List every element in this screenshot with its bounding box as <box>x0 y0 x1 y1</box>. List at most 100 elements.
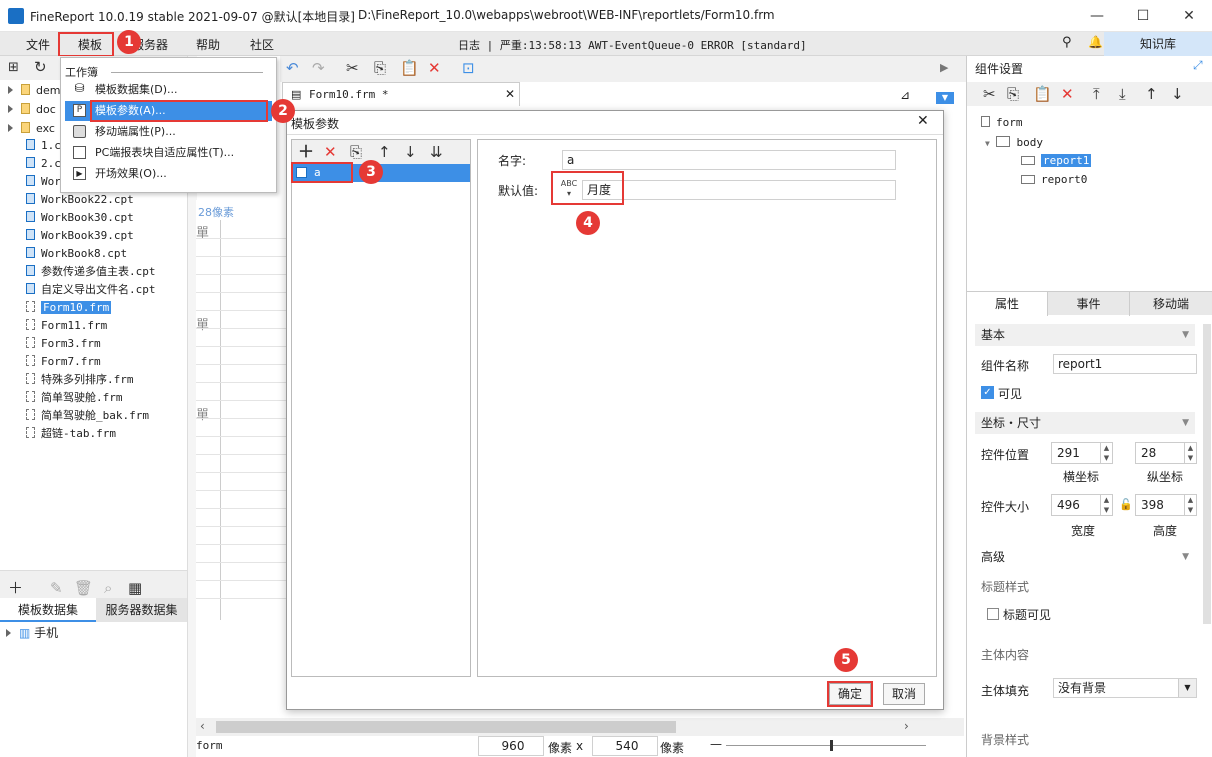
tab-events[interactable]: 事件 <box>1047 292 1129 316</box>
splitter[interactable] <box>0 570 187 578</box>
menu-file[interactable]: 文件 <box>26 36 50 53</box>
tab-template-dataset[interactable]: 模板数据集 <box>0 598 96 622</box>
copy-icon[interactable]: ⎘ <box>374 58 386 78</box>
tree-folder[interactable]: doc <box>8 101 56 119</box>
stepper-icon[interactable]: ▲ ▼ <box>1184 443 1196 463</box>
cancel-button[interactable]: 取消 <box>883 683 925 705</box>
menu-community[interactable]: 社区 <box>250 36 274 53</box>
widget-tree-report0[interactable]: report0 <box>1021 173 1087 186</box>
move-bottom-icon[interactable]: ⇊ <box>430 142 443 162</box>
chevron-down-icon[interactable]: ▼ <box>1178 679 1196 697</box>
width-input[interactable]: 496 ▲ ▼ <box>1051 494 1113 516</box>
refresh-icon[interactable]: ↻ <box>34 57 47 77</box>
dataset-icon[interactable]: ▦ <box>128 578 142 598</box>
tree-file[interactable]: 简单驾驶舱.frm <box>26 389 123 407</box>
maximize-button[interactable]: ☐ <box>1120 0 1166 32</box>
y-coordinate-input[interactable]: 28 ▲ ▼ <box>1135 442 1197 464</box>
section-basic[interactable]: 基本 ▼ <box>975 324 1195 346</box>
copy-parameter-icon[interactable]: ⎘ <box>350 142 362 162</box>
tree-file[interactable]: 超链-tab.frm <box>26 425 116 443</box>
tree-folder[interactable]: dem <box>8 82 60 100</box>
stepper-icon[interactable]: ▲ ▼ <box>1100 443 1112 463</box>
delete-icon[interactable]: ✕ <box>428 58 441 78</box>
widget-tree-body[interactable]: ▼ body <box>985 136 1043 149</box>
pin-icon[interactable]: ⊿ <box>900 88 910 102</box>
delete-icon[interactable]: ✕ <box>1061 84 1074 104</box>
tree-file[interactable]: Form7.frm <box>26 353 101 371</box>
search-icon[interactable]: ⚲ <box>1062 35 1072 50</box>
title-visible-checkbox[interactable] <box>987 608 999 620</box>
tab-mobile[interactable]: 移动端 <box>1129 292 1212 316</box>
dataset-item[interactable]: ▥ 手机 <box>6 624 58 641</box>
default-value-input[interactable]: 月度 <box>582 180 896 200</box>
tree-file[interactable]: Form11.frm <box>26 317 107 335</box>
tree-file[interactable]: WorkBook22.cpt <box>26 191 134 209</box>
move-down-icon[interactable]: ↓ <box>1171 84 1184 104</box>
add-parameter-icon[interactable]: ＋ <box>298 142 314 162</box>
zoom-slider-track[interactable] <box>726 745 926 746</box>
lock-icon[interactable]: 🔓 <box>1119 498 1133 511</box>
menu-item-template-dataset[interactable]: ⛁ 模板数据集(D)... <box>65 80 272 100</box>
move-up-icon[interactable]: ↑ <box>378 142 391 162</box>
move-top-icon[interactable]: ⤒ <box>1093 84 1100 104</box>
zoom-out-icon[interactable]: — <box>710 737 722 751</box>
scroll-left-icon[interactable]: ‹ <box>200 719 205 733</box>
v-scrollbar[interactable] <box>1203 324 1211 624</box>
tab-server-dataset[interactable]: 服务器数据集 <box>96 598 187 622</box>
copy-icon[interactable]: ⎘ <box>1007 84 1019 104</box>
tree-file[interactable]: WorkBook30.cpt <box>26 209 134 227</box>
section-coordinate-size[interactable]: 坐标・尺寸 ▼ <box>975 412 1195 434</box>
bell-icon[interactable]: 🔔 <box>1088 35 1103 49</box>
log-status[interactable]: 日志 | 严重:13:58:13 AWT-EventQueue-0 ERROR … <box>458 37 807 53</box>
stepper-icon[interactable]: ▲ ▼ <box>1100 495 1112 515</box>
editor-tab[interactable]: ▤ Form10.frm * ✕ <box>282 82 520 106</box>
add-icon[interactable]: ＋ <box>8 578 23 598</box>
move-up-icon[interactable]: ↑ <box>1145 84 1158 104</box>
scroll-thumb[interactable] <box>216 721 676 733</box>
component-name-input[interactable]: report1 <box>1053 354 1197 374</box>
close-button[interactable]: ✕ <box>1166 0 1212 32</box>
knowledge-base-button[interactable]: 知识库 <box>1104 32 1212 56</box>
stepper-icon[interactable]: ▲ ▼ <box>1184 495 1196 515</box>
tree-file[interactable]: Wor <box>26 173 61 191</box>
canvas-height-input[interactable]: 540 <box>592 736 658 756</box>
minimize-button[interactable]: — <box>1074 0 1120 32</box>
tree-file[interactable]: Form3.frm <box>26 335 101 353</box>
tree-file[interactable]: 2.c <box>26 155 61 173</box>
tree-folder[interactable]: exc <box>8 120 55 138</box>
canvas[interactable]: 28像素 單 單 單 <box>196 200 286 740</box>
height-input[interactable]: 398 ▲ ▼ <box>1135 494 1197 516</box>
redo-icon[interactable]: ↷ <box>312 58 325 78</box>
h-scrollbar[interactable]: ‹ › <box>196 718 964 736</box>
menu-help[interactable]: 帮助 <box>196 36 220 53</box>
tree-file[interactable]: Form10.frm <box>26 299 124 317</box>
preview-icon[interactable]: ⌕ <box>104 578 112 598</box>
section-advanced[interactable]: 高级 ▼ <box>975 546 1195 568</box>
delete-parameter-icon[interactable]: ✕ <box>324 142 337 162</box>
tree-file[interactable]: WorkBook8.cpt <box>26 245 127 263</box>
cut-icon[interactable]: ✂ <box>983 84 996 104</box>
widget-tree-form[interactable]: form <box>981 116 1023 129</box>
move-down-icon[interactable]: ↓ <box>404 142 417 162</box>
paste-icon[interactable]: 📋 <box>1033 84 1052 104</box>
tree-file[interactable]: 参数传递多值主表.cpt <box>26 263 156 281</box>
zoom-slider-thumb[interactable] <box>830 740 833 751</box>
tree-file[interactable]: WorkBook39.cpt <box>26 227 134 245</box>
text-icon[interactable]: ⊡ <box>462 58 475 78</box>
cut-icon[interactable]: ✂ <box>346 58 359 78</box>
close-tab-icon[interactable]: ✕ <box>505 87 515 101</box>
tree-file[interactable]: 1.c <box>26 137 61 155</box>
menu-item-pc-adaptive[interactable]: PC端报表块自适应属性(T)... <box>65 143 272 163</box>
scroll-right-icon[interactable]: › <box>904 719 909 733</box>
undo-icon[interactable]: ↶ <box>286 58 299 78</box>
menu-item-mobile-property[interactable]: 移动端属性(P)... <box>65 122 272 142</box>
edit-icon[interactable]: ✎ <box>50 578 63 598</box>
tree-file[interactable]: 自定义导出文件名.cpt <box>26 281 156 299</box>
dropdown-toggle-icon[interactable]: ▼ <box>936 92 954 104</box>
x-coordinate-input[interactable]: 291 ▲ ▼ <box>1051 442 1113 464</box>
delete-icon[interactable]: 🗑 <box>74 578 93 598</box>
new-folder-icon[interactable]: ⊞ <box>8 58 19 78</box>
tree-file[interactable]: 简单驾驶舱_bak.frm <box>26 407 149 425</box>
tree-file[interactable]: 特殊多列排序.frm <box>26 371 134 389</box>
dialog-close-icon[interactable]: ✕ <box>917 113 929 129</box>
